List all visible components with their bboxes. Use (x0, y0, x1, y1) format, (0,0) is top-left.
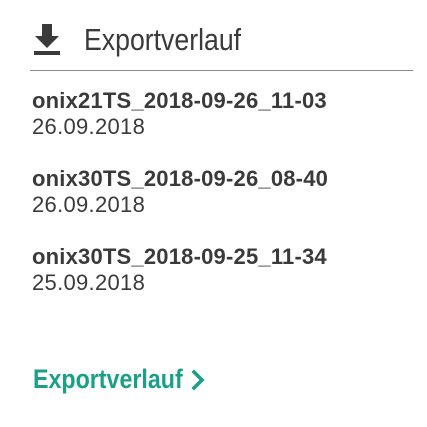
export-file-name[interactable]: onix30TS_2018-09-26_08-40 (32, 166, 412, 192)
export-file-name[interactable]: onix21TS_2018-09-26_11-03 (32, 88, 412, 114)
export-history-link-label: Exportverlauf (33, 364, 183, 394)
export-date: 26.09.2018 (32, 192, 146, 217)
download-icon (32, 23, 62, 57)
export-history-panel: Exportverlauf onix21TS_2018-09-26_11-03 … (0, 0, 427, 427)
chevron-right-icon (191, 368, 205, 391)
page-title: Exportverlauf (84, 22, 242, 57)
export-date: 26.09.2018 (32, 114, 146, 139)
list-item[interactable]: onix30TS_2018-09-25_11-34 25.09.2018 (32, 244, 412, 322)
panel-header: Exportverlauf (30, 14, 413, 66)
header-divider (30, 70, 413, 71)
export-list: onix21TS_2018-09-26_11-03 26.09.2018 oni… (32, 88, 412, 322)
list-item[interactable]: onix30TS_2018-09-26_08-40 26.09.2018 (32, 166, 412, 244)
export-file-name[interactable]: onix30TS_2018-09-25_11-34 (32, 244, 412, 270)
list-item[interactable]: onix21TS_2018-09-26_11-03 26.09.2018 (32, 88, 412, 166)
export-date: 25.09.2018 (32, 270, 146, 295)
export-history-link[interactable]: Exportverlauf (33, 364, 205, 395)
